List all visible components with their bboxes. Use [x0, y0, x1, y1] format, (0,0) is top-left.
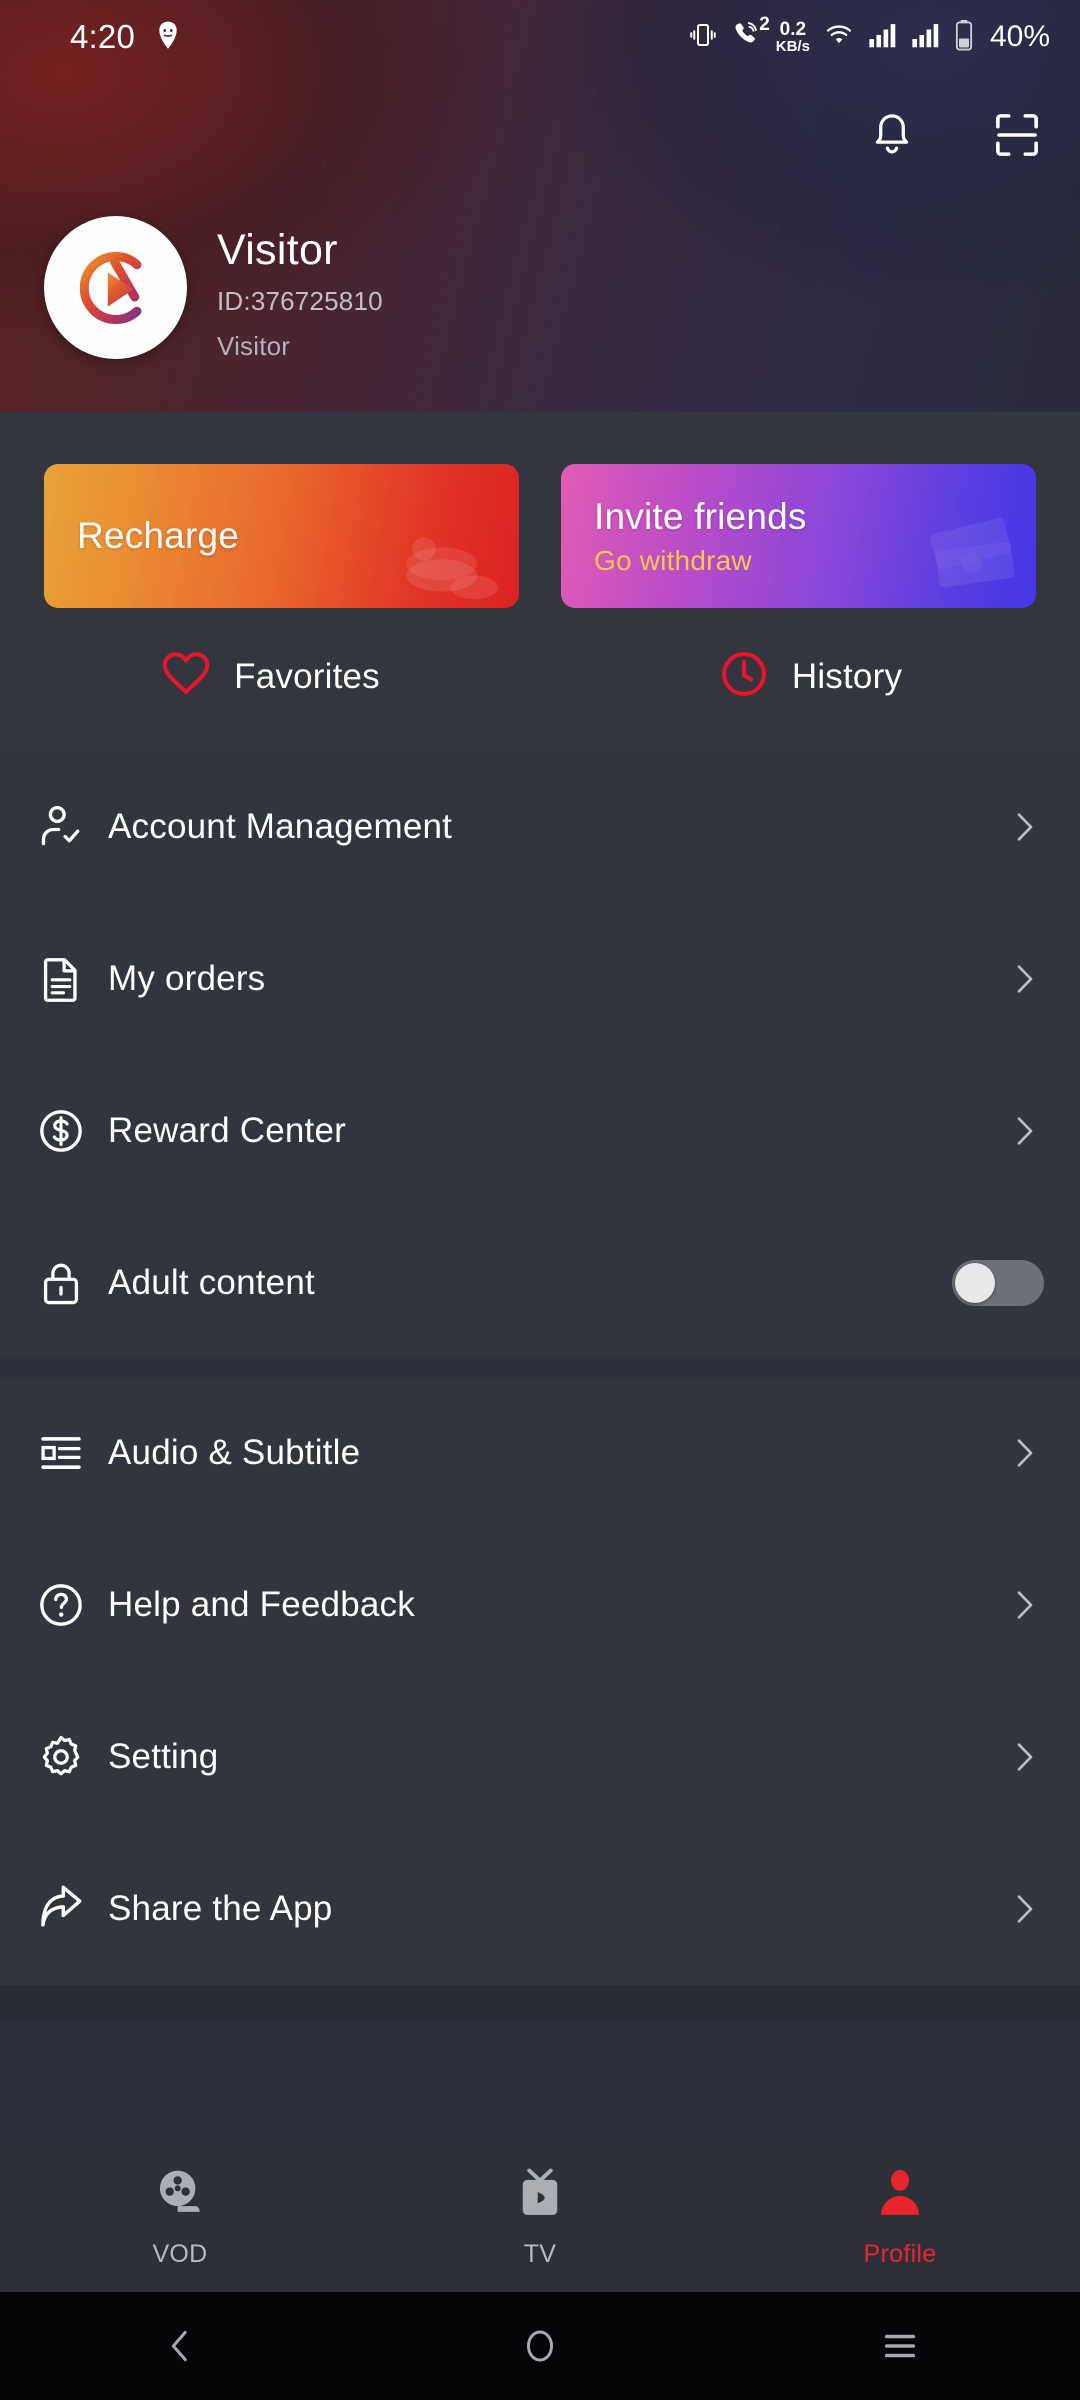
header-actions — [866, 108, 1044, 162]
subtitle-icon — [36, 1428, 108, 1478]
coins-icon — [355, 490, 505, 608]
history-label: History — [791, 656, 903, 696]
menu-group-preferences: Audio & Subtitle Help and Feedback Setti… — [0, 1377, 1080, 1985]
home-circle-icon[interactable] — [360, 2325, 720, 2367]
call-forward-icon: 2 — [731, 14, 770, 55]
bottom-navigation: VOD TV Profile — [0, 2142, 1080, 2292]
quick-links: Favorites History — [0, 608, 1080, 751]
app-screen: 4:20 2 0.2 KB/s 40% Visitor ID:376725810… — [0, 0, 1080, 2400]
clock-icon — [718, 648, 770, 705]
gear-icon — [36, 1732, 108, 1782]
call-badge: 2 — [759, 13, 770, 35]
android-navigation-bar — [0, 2292, 1080, 2400]
nav-item-profile[interactable]: Profile — [720, 2165, 1080, 2269]
question-circle-icon — [36, 1580, 108, 1630]
menu-item-account-management[interactable]: Account Management — [0, 751, 1080, 903]
qr-scan-icon[interactable] — [990, 108, 1044, 162]
signal-bars-icon — [911, 21, 941, 54]
favorites-link[interactable]: Favorites — [0, 648, 540, 705]
signal-bars-icon — [868, 21, 898, 54]
menu-label: My orders — [108, 959, 266, 998]
heart-icon — [160, 648, 212, 705]
menu-item-my-orders[interactable]: My orders — [0, 903, 1080, 1055]
adult-content-toggle[interactable] — [952, 1260, 1044, 1306]
menu-item-audio-subtitle[interactable]: Audio & Subtitle — [0, 1377, 1080, 1529]
nav-label-profile: Profile — [863, 2240, 937, 2268]
recharge-banner[interactable]: Recharge — [44, 464, 519, 608]
profile-header: 4:20 2 0.2 KB/s 40% Visitor ID:376725810… — [0, 0, 1080, 412]
document-icon — [36, 954, 108, 1004]
menu-label: Audio & Subtitle — [108, 1433, 361, 1472]
status-bar-right: 2 0.2 KB/s 40% — [688, 14, 1050, 56]
nav-label-vod: VOD — [152, 2240, 208, 2268]
tv-icon — [512, 2165, 568, 2226]
share-arrow-icon — [36, 1883, 108, 1935]
menu-label: Reward Center — [108, 1111, 346, 1150]
chevron-right-icon — [1004, 1737, 1044, 1777]
battery-icon — [954, 19, 974, 56]
film-reel-icon — [152, 2165, 208, 2226]
battery-percent: 40% — [989, 20, 1050, 53]
toggle-knob — [955, 1263, 995, 1303]
chevron-right-icon — [1004, 1433, 1044, 1473]
invite-friends-banner[interactable]: Invite friends Go withdraw — [561, 464, 1036, 608]
profile-info: Visitor ID:376725810 Visitor — [217, 216, 383, 362]
menu-label: Share the App — [108, 1889, 333, 1928]
bell-icon[interactable] — [866, 109, 918, 161]
banner-row: Recharge Invite friends Go withdraw — [0, 412, 1080, 608]
menu-item-reward-center[interactable]: Reward Center — [0, 1055, 1080, 1207]
chevron-right-icon — [1004, 1889, 1044, 1929]
status-bar: 4:20 2 0.2 KB/s 40% — [0, 0, 1080, 74]
menu-label: Account Management — [108, 807, 453, 846]
history-link[interactable]: History — [540, 648, 1080, 705]
network-speed-value: 0.2 — [779, 18, 807, 40]
menu-item-help-feedback[interactable]: Help and Feedback — [0, 1529, 1080, 1681]
menu-item-share-app[interactable]: Share the App — [0, 1833, 1080, 1985]
vibrate-icon — [688, 20, 718, 55]
chevron-right-icon — [1004, 959, 1044, 999]
nav-label-tv: TV — [523, 2240, 557, 2268]
menu-group-account: Account Management My orders Reward Cent… — [0, 751, 1080, 1359]
chevron-right-icon — [1004, 1111, 1044, 1151]
cash-icon — [882, 490, 1022, 608]
person-icon — [872, 2165, 928, 2226]
profile-block[interactable]: Visitor ID:376725810 Visitor — [44, 216, 383, 362]
network-speed-unit: KB/s — [775, 38, 810, 56]
wifi-icon — [823, 20, 855, 55]
menu-label: Help and Feedback — [108, 1585, 415, 1624]
avatar[interactable] — [44, 216, 187, 359]
menu-item-setting[interactable]: Setting — [0, 1681, 1080, 1833]
bottom-spacer — [0, 1985, 1080, 2021]
nav-item-tv[interactable]: TV — [360, 2165, 720, 2269]
menu-item-adult-content[interactable]: Adult content — [0, 1207, 1080, 1359]
nav-item-vod[interactable]: VOD — [0, 2165, 360, 2269]
chevron-right-icon — [1004, 807, 1044, 847]
status-bar-left: 4:20 — [70, 18, 183, 56]
menu-label: Setting — [108, 1737, 219, 1776]
favorites-label: Favorites — [234, 656, 380, 696]
menu-label: Adult content — [108, 1263, 315, 1302]
user-check-icon — [36, 802, 108, 852]
chevron-right-icon — [1004, 1585, 1044, 1625]
user-id: ID:376725810 — [217, 286, 383, 317]
recents-menu-icon[interactable] — [720, 2325, 1080, 2367]
face-mask-icon — [153, 20, 183, 55]
lock-icon — [36, 1258, 108, 1308]
status-time: 4:20 — [70, 18, 136, 55]
promo-panel: Recharge Invite friends Go withdraw Favo… — [0, 412, 1080, 751]
dollar-circle-icon — [36, 1106, 108, 1156]
back-chevron-icon[interactable] — [0, 2325, 360, 2367]
network-speed: 0.2 KB/s — [775, 18, 810, 56]
user-name: Visitor — [217, 226, 338, 274]
user-role: Visitor — [217, 331, 291, 362]
